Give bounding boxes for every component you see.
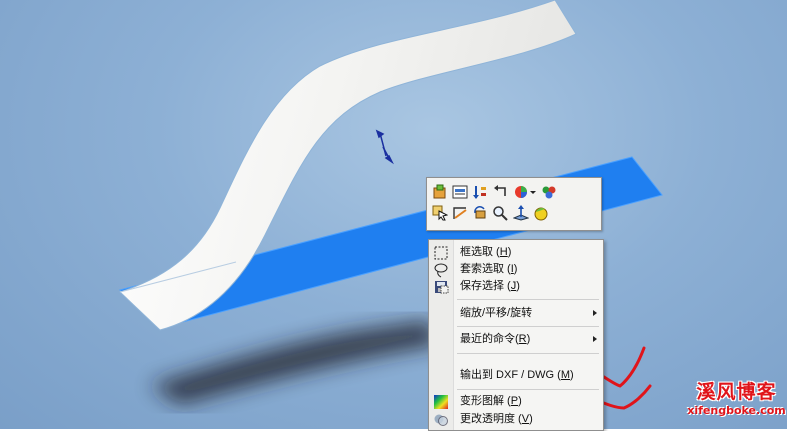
view-orientation-icon[interactable]: [432, 184, 448, 200]
menu-item-change-transparency[interactable]: 更改透明度 (V): [429, 411, 603, 428]
menu-item-label: 套索选取: [460, 263, 504, 275]
watermark-url: xifengboke.com: [687, 404, 786, 417]
box-select-icon: [434, 246, 448, 260]
menu-separator: [457, 299, 599, 300]
menu-item-label: 输出到 DXF / DWG: [460, 369, 555, 381]
lasso-select-icon: [434, 263, 448, 278]
undo-icon[interactable]: [492, 184, 508, 200]
red-check-mark-2: [594, 384, 652, 410]
transparency-icon: [434, 414, 448, 426]
menu-item-label: 缩放/平移/旋转: [460, 307, 533, 319]
menu-separator: [457, 389, 599, 390]
display-style-icon[interactable]: [452, 184, 468, 200]
save-selection-icon: [435, 281, 449, 294]
watermark-name: 溪风博客: [696, 381, 777, 403]
menu-separator: [457, 353, 599, 354]
menu-item-shortcut: P: [510, 395, 519, 407]
menu-item-box-select[interactable]: 框选取 (H): [429, 244, 603, 261]
menu-item-lasso-select[interactable]: 套索选取 (I): [429, 261, 603, 278]
menu-item-save-selection[interactable]: 保存选择 (J): [429, 278, 603, 295]
menu-item-shortcut: H: [499, 246, 508, 258]
graphics-viewport[interactable]: [0, 0, 787, 429]
submenu-arrow-icon: [593, 310, 597, 316]
menu-item-label: 最近的命令: [460, 333, 515, 345]
menu-item-shortcut: J: [510, 280, 517, 292]
sort-icon[interactable]: [472, 184, 488, 200]
normal-to-icon[interactable]: [513, 205, 529, 221]
context-toolbar: [426, 177, 602, 231]
menu-item-shortcut: R: [518, 333, 527, 345]
model-shadow: [150, 320, 440, 405]
menu-item-label: 变形图解: [460, 395, 504, 407]
sketch-icon[interactable]: [452, 205, 468, 221]
appearance-icon[interactable]: [513, 184, 529, 200]
zoom-icon[interactable]: [492, 205, 508, 221]
menu-item-label: 保存选择: [460, 280, 504, 292]
menu-item-deformation-plot[interactable]: 变形图解 (P): [429, 393, 603, 410]
deformation-plot-icon: [434, 395, 448, 409]
triad-arrow-icon[interactable]: [375, 129, 394, 165]
shaded-icon[interactable]: [533, 205, 549, 221]
menu-item-shortcut: I: [510, 263, 514, 275]
rotate-icon[interactable]: [472, 205, 488, 221]
select-icon[interactable]: [432, 205, 448, 221]
menu-separator: [457, 326, 599, 327]
watermark: 溪风博客 xifengboke.com: [686, 380, 787, 429]
appearance-dropdown-icon[interactable]: [529, 184, 537, 200]
scene-icon[interactable]: [541, 184, 557, 200]
menu-item-export-dxf-dwg[interactable]: 输出到 DXF / DWG (M): [429, 367, 603, 384]
context-menu: 框选取 (H) 套索选取 (I) 保存选择 (J) 缩放/平移/旋转 最近的命令…: [428, 239, 604, 431]
menu-item-recent-commands[interactable]: 最近的命令(R): [429, 331, 603, 348]
menu-item-shortcut: V: [521, 413, 530, 425]
menu-item-label: 框选取: [460, 246, 493, 258]
menu-item-label: 更改透明度: [460, 413, 515, 425]
submenu-arrow-icon: [593, 336, 597, 342]
menu-item-zoom-pan-rotate[interactable]: 缩放/平移/旋转: [429, 305, 603, 322]
model-scene[interactable]: [0, 0, 787, 429]
menu-item-shortcut: M: [560, 369, 571, 381]
